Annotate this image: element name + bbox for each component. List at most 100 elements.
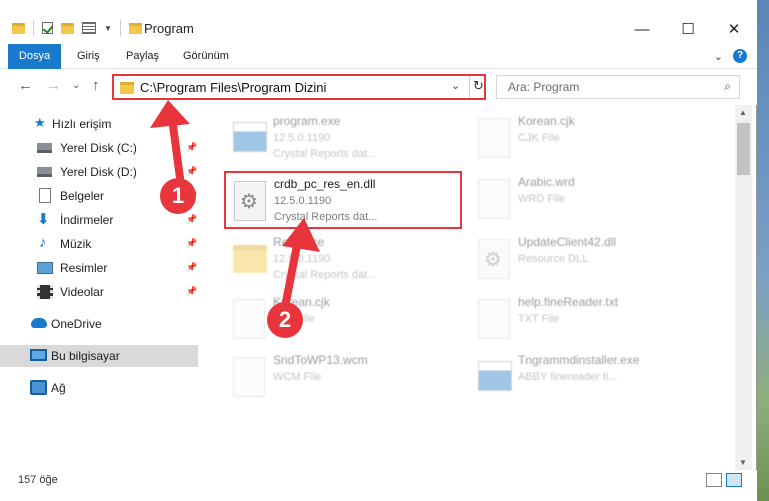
search-input[interactable]: Ara: Program — [508, 80, 579, 94]
folder-icon[interactable] — [12, 22, 25, 34]
file-name: Resource — [273, 235, 325, 249]
file-item[interactable]: Resource 12.5.0.1190 Crystal Reports dat… — [225, 231, 455, 289]
sidebar-item-label: Ağ — [51, 381, 66, 395]
file-icon — [233, 299, 265, 339]
sidebar-item-network[interactable]: Ağ — [0, 377, 198, 399]
sidebar-item-label: Yerel Disk (C:) — [60, 141, 137, 155]
up-arrow-icon[interactable]: ↑ — [92, 77, 100, 94]
step-badge-2: 2 — [267, 302, 303, 338]
search-box[interactable]: Ara: Program ⌕ — [496, 75, 740, 99]
file-item[interactable]: UpdateClient42.dll Resource DLL — [470, 231, 700, 289]
file-item[interactable]: Korean.cjk CJK File — [470, 110, 700, 168]
pin-icon[interactable]: 📌 — [186, 214, 197, 225]
file-type: WRD File — [518, 193, 566, 205]
close-button[interactable]: ✕ — [711, 14, 757, 44]
sidebar-item-label: OneDrive — [51, 317, 102, 331]
tab-view[interactable]: Görünüm — [183, 44, 229, 69]
pin-icon[interactable]: 📌 — [186, 286, 197, 297]
sidebar-item-pictures[interactable]: Resimler 📌 — [0, 257, 198, 279]
expand-ribbon-chevron-icon[interactable]: ⌄ — [714, 50, 723, 63]
file-name: UpdateClient42.dll — [518, 235, 617, 249]
file-name: SndToWP13.wcm — [273, 353, 368, 367]
file-item[interactable]: Arabic.wrd WRD File — [470, 171, 700, 229]
sidebar-item-onedrive[interactable]: OneDrive — [0, 313, 198, 335]
file-type: CJK File — [518, 132, 560, 144]
file-type: TXT File — [518, 313, 560, 325]
vertical-scrollbar[interactable]: ▲ ▼ — [735, 105, 752, 470]
dll-gear-icon — [478, 239, 510, 279]
quick-access-toolbar: ▼ — [12, 20, 142, 36]
maximize-button[interactable]: ☐ — [665, 14, 711, 44]
onedrive-icon — [31, 318, 47, 328]
explorer-window: ▼ Program — ☐ ✕ Dosya Giriş Paylaş Görün… — [0, 0, 757, 501]
file-item[interactable]: program.exe 12.5.0.1190 Crystal Reports … — [225, 110, 455, 168]
toolbar-divider — [33, 20, 34, 36]
file-item-crdb-pc-res-en-dll[interactable]: crdb_pc_res_en.dll 12.5.0.1190 Crystal R… — [224, 171, 462, 229]
pin-icon[interactable]: 📌 — [186, 166, 197, 177]
folder-icon — [233, 245, 267, 273]
tab-share[interactable]: Paylaş — [126, 44, 159, 69]
file-description: Crystal Reports dat... — [273, 269, 377, 281]
recent-locations-chevron-icon[interactable]: ⌄ — [72, 80, 80, 91]
properties-icon[interactable] — [42, 22, 53, 34]
file-name: Tngrammdinstaller.exe — [518, 353, 640, 367]
dll-gear-icon — [234, 181, 266, 221]
file-type: WCM File — [273, 371, 322, 383]
file-item[interactable]: Korean.cjk CJK File — [225, 291, 455, 349]
search-icon[interactable]: ⌕ — [724, 79, 731, 94]
forward-arrow-icon[interactable]: → — [46, 77, 61, 94]
status-bar: 157 öğe — [0, 470, 757, 501]
help-icon[interactable]: ? — [733, 49, 747, 63]
scroll-down-icon[interactable]: ▼ — [739, 458, 747, 467]
new-folder-icon[interactable] — [61, 22, 74, 34]
window-folder-icon — [128, 22, 142, 34]
file-version: 12.5.0.1190 — [274, 195, 332, 207]
sidebar-item-label: İndirmeler — [60, 213, 114, 227]
address-bar[interactable]: C:\Program Files\Program Dizini ⌄ ↻ — [112, 74, 486, 100]
scroll-up-icon[interactable]: ▲ — [739, 108, 747, 117]
customize-toolbar-caret-icon[interactable]: ▼ — [104, 24, 112, 33]
scrollbar-thumb[interactable] — [737, 123, 750, 175]
drive-icon — [37, 167, 52, 177]
sidebar-item-local-disk-c[interactable]: Yerel Disk (C:) 📌 — [0, 137, 198, 159]
pin-icon[interactable]: 📌 — [186, 238, 197, 249]
ribbon-tabs: Dosya Giriş Paylaş Görünüm ⌄ ? — [0, 44, 757, 102]
sidebar-item-quick-access[interactable]: ★ Hızlı erişim — [0, 113, 198, 135]
file-version: 12.5.0.1190 — [273, 132, 331, 144]
computer-icon — [30, 349, 47, 361]
sidebar-item-this-pc[interactable]: Bu bilgisayar — [0, 345, 198, 367]
tab-home[interactable]: Giriş — [77, 44, 100, 69]
file-type: Resource DLL — [518, 253, 589, 265]
star-icon: ★ — [34, 115, 46, 130]
pin-icon[interactable]: 📌 — [186, 262, 197, 273]
music-icon: ♪ — [39, 234, 47, 251]
window-title: Program — [144, 21, 194, 36]
sidebar-item-music[interactable]: ♪ Müzik 📌 — [0, 233, 198, 255]
file-description: Crystal Reports dat... — [274, 211, 378, 223]
view-options-icon[interactable] — [82, 22, 96, 34]
details-view-icon[interactable] — [706, 473, 722, 487]
pin-icon[interactable]: 📌 — [186, 142, 197, 153]
file-name: help.fineReader.txt — [518, 295, 619, 309]
file-icon — [478, 118, 510, 158]
pictures-icon — [37, 262, 53, 274]
file-item[interactable]: Tngrammdinstaller.exe ABBY finereader ti… — [470, 349, 700, 407]
file-item[interactable]: SndToWP13.wcm WCM File — [225, 349, 455, 407]
sidebar-item-downloads[interactable]: ⬇ İndirmeler 📌 — [0, 209, 198, 231]
back-arrow-icon[interactable]: ← — [18, 77, 33, 94]
sidebar-item-label: Yerel Disk (D:) — [60, 165, 137, 179]
sidebar-item-videos[interactable]: Videolar 📌 — [0, 281, 198, 303]
tiles-view-icon[interactable] — [726, 473, 742, 487]
address-path[interactable]: C:\Program Files\Program Dizini — [140, 80, 326, 95]
file-name: Arabic.wrd — [518, 175, 575, 189]
minimize-button[interactable]: — — [619, 14, 665, 44]
address-dropdown-chevron-icon[interactable]: ⌄ — [451, 79, 460, 92]
sidebar-item-label: Bu bilgisayar — [51, 349, 120, 363]
videos-icon — [37, 285, 53, 299]
navigation-bar: ← → ⌄ ↑ C:\Program Files\Program Dizini … — [0, 69, 757, 105]
refresh-icon[interactable]: ↻ — [473, 78, 484, 94]
step-badge-1: 1 — [160, 178, 196, 214]
file-icon — [233, 357, 265, 397]
file-item[interactable]: help.fineReader.txt TXT File — [470, 291, 700, 349]
sidebar-item-label: Belgeler — [60, 189, 105, 203]
